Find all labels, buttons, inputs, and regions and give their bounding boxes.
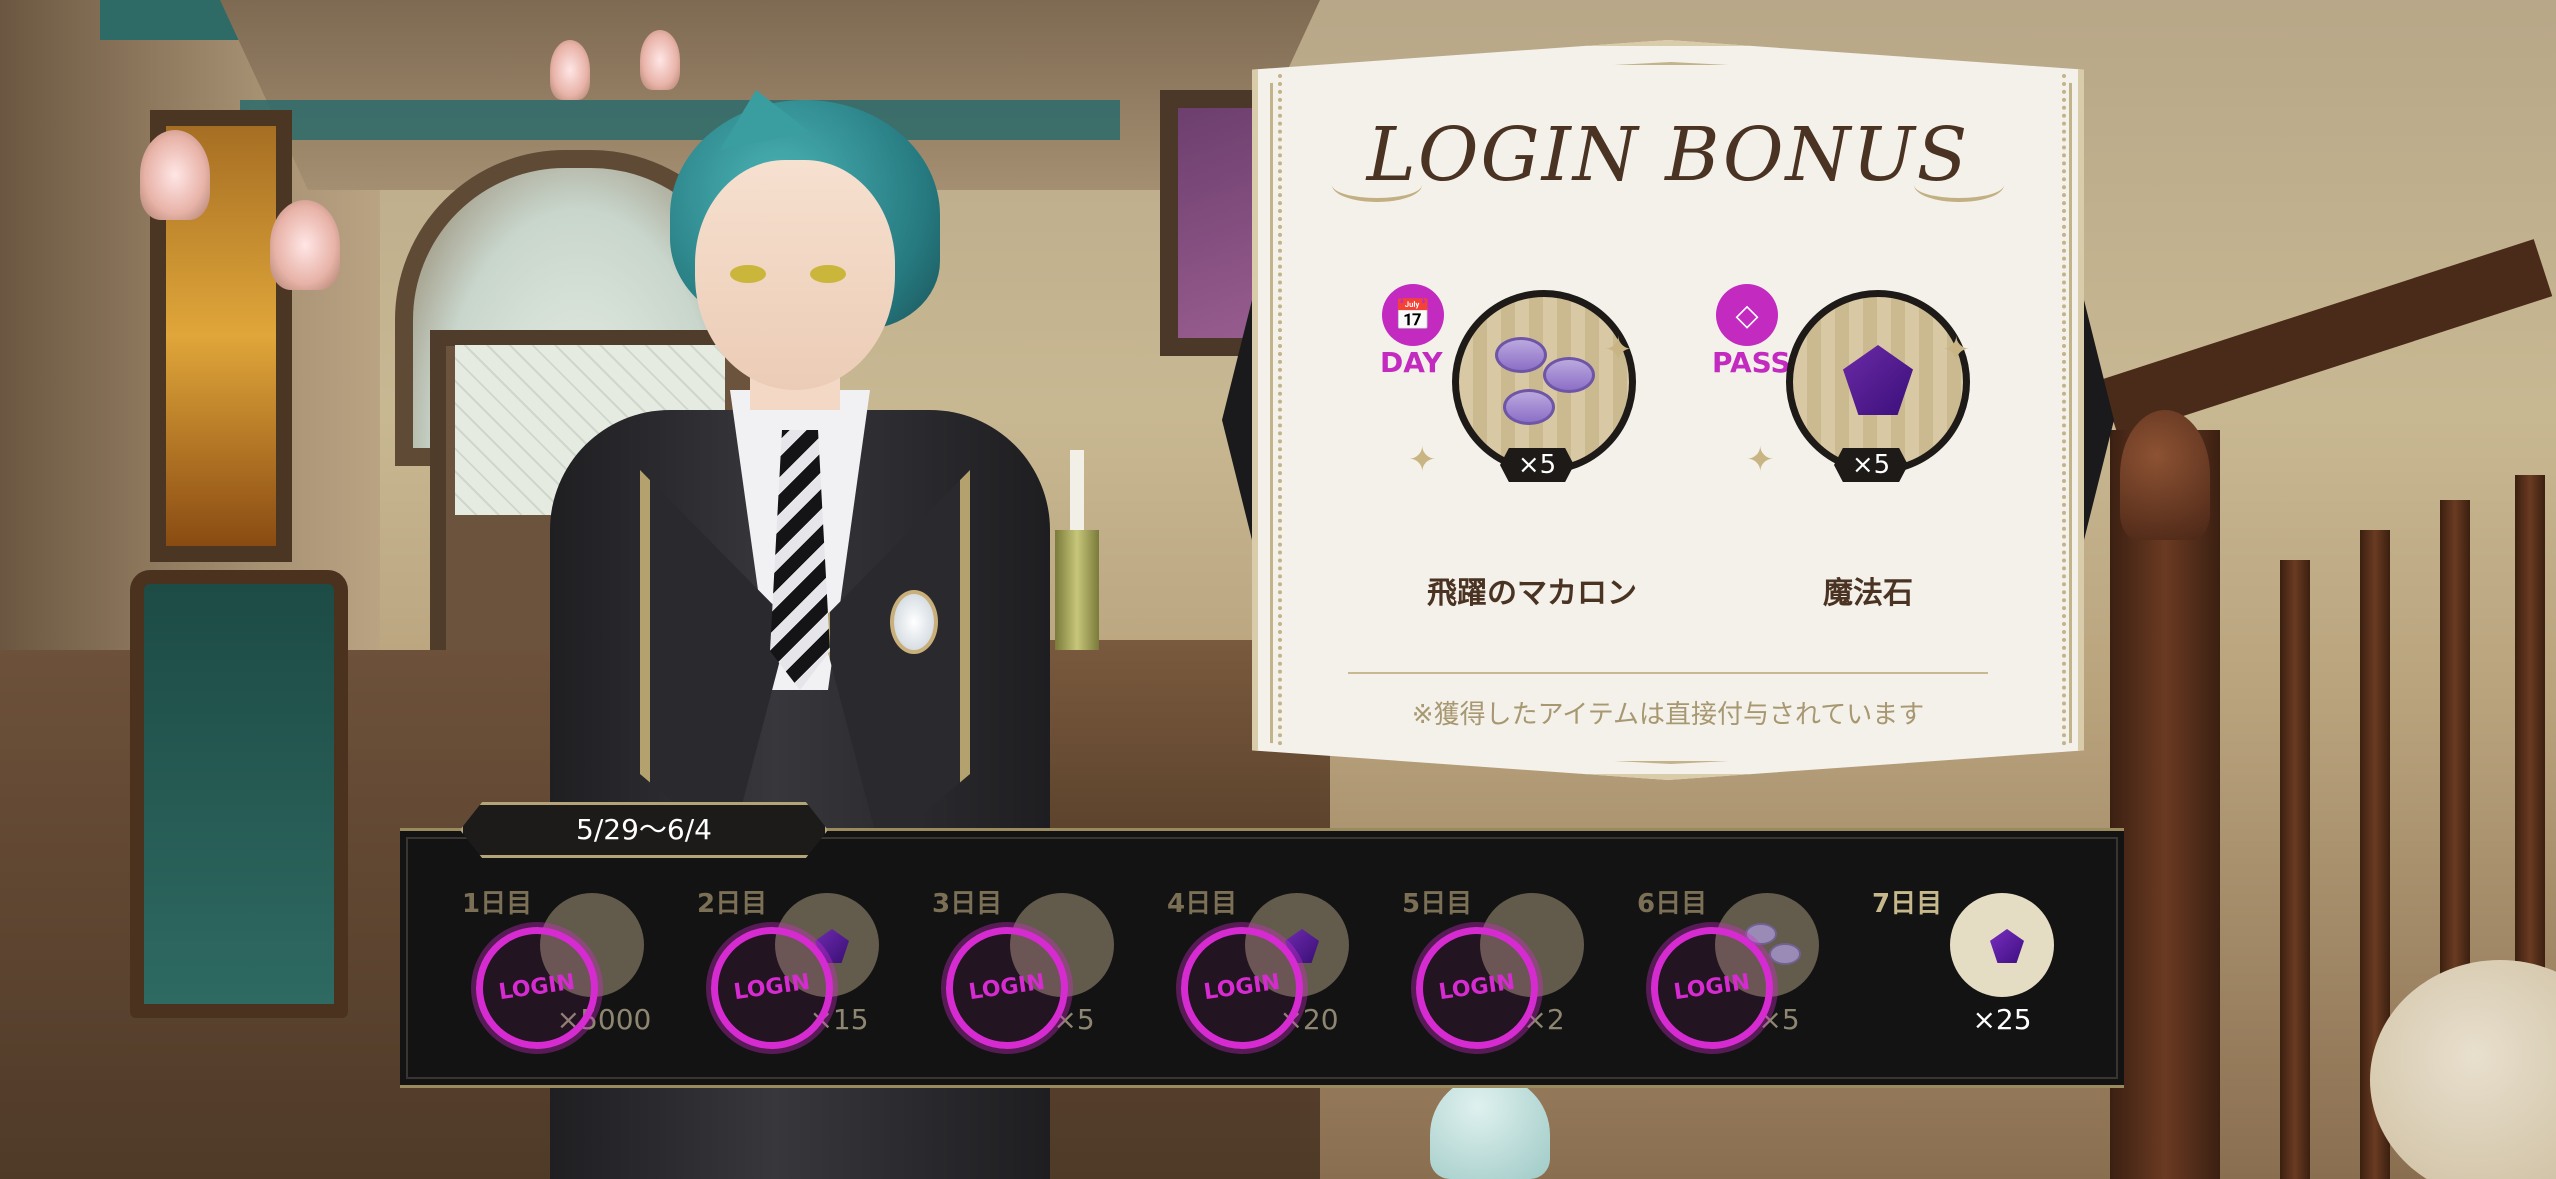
reward-count: ×5 [1500,448,1574,482]
panel-note: ※獲得したアイテムは直接付与されています [1411,700,1925,730]
magic-gem-icon [1990,929,2024,963]
wall-lamp-icon [140,130,210,220]
side-table [2370,960,2556,1179]
chair [130,570,348,1018]
day-label: 2日目 [697,889,768,919]
newel-finial [2120,410,2210,540]
reward-count: ×5 [1834,448,1908,482]
macaron-icon [1543,357,1595,393]
day-slot-6: 6日目 ×5 LOGIN [1575,831,1819,1085]
day-label: 5日目 [1402,889,1473,919]
stair-railing [2100,239,2553,438]
panel-divider [1348,672,1988,674]
baluster [2280,560,2310,1179]
reward-type-label: DAY [1380,346,1443,379]
day-label: 6日目 [1637,889,1708,919]
weekly-login-bar: 1日目 ×5000 LOGIN 2日目 ×15 LOGIN 3日目 ×5 LOG… [400,828,2124,1088]
diamond-icon: ◇ [1716,284,1778,346]
newel-post [2110,430,2220,1179]
reward-medal [1452,290,1636,474]
day-slot-5: 5日目 ×2 LOGIN [1340,831,1584,1085]
day-slot-7: 7日目 ×25 [1810,831,2054,1085]
reward-item-name: 飛躍のマカロン [1427,576,1637,611]
day-label: 1日目 [462,889,533,919]
reward-item-name: 魔法石 [1823,576,1913,611]
day-slot-4: 4日目 ×20 LOGIN [1105,831,1349,1085]
day-slot-2: 2日目 ×15 LOGIN [635,831,879,1085]
vase [1430,1075,1550,1179]
reward-day: ×5 [1452,290,1652,500]
day-slot-3: 3日目 ×5 LOGIN [870,831,1114,1085]
character-eye [810,265,846,283]
sparkle-icon: ✦ [1604,330,1633,370]
day-slot-1: 1日目 ×5000 LOGIN [400,831,651,1085]
login-bonus-panel: LOGIN BONUS 📅 DAY ×5 ✦ ✦ 飛躍のマカロン ◇ PASS … [1222,40,2114,780]
sparkle-icon: ✦ [1746,440,1775,480]
character-eye [730,265,766,283]
sparkle-icon: ✦ [1942,330,1971,370]
reward-pass: ×5 [1786,290,1986,500]
panel-title: LOGIN BONUS [1366,112,1970,198]
calendar-icon: 📅 [1382,284,1444,346]
character-brooch [890,590,938,654]
wall-lamp-icon [270,200,340,290]
sparkle-icon: ✦ [1408,440,1437,480]
macaron-icon [1503,389,1555,425]
macaron-icon [1769,943,1801,965]
day-label: 7日目 [1872,889,1943,919]
period-label: 5/29〜6/4 [460,802,828,858]
character-face [695,160,895,390]
magic-gem-icon [1843,345,1913,415]
reward-type-label: PASS [1712,346,1791,379]
day-quantity: ×25 [1972,1003,2032,1036]
reward-medal [1786,290,1970,474]
reward-coin [1950,893,2054,997]
day-label: 3日目 [932,889,1003,919]
macaron-icon [1495,337,1547,373]
day-label: 4日目 [1167,889,1238,919]
